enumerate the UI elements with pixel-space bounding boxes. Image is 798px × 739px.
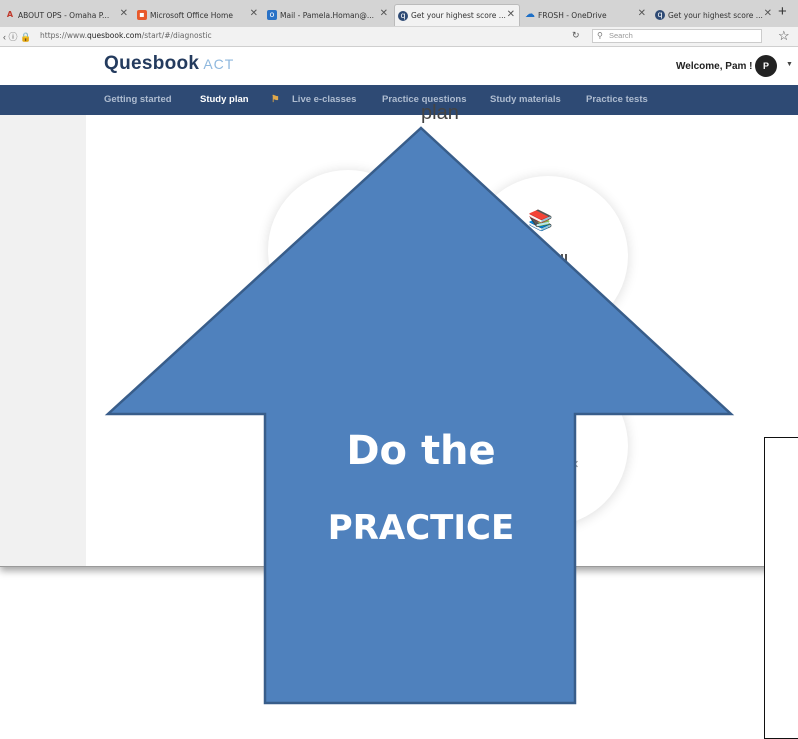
- up-arrow-shape: [104, 126, 735, 705]
- arrow-polygon: [104, 126, 735, 705]
- arrow-text-line-1: Do the: [346, 428, 496, 474]
- arrow-text-line-2: PRACTICE: [327, 508, 515, 548]
